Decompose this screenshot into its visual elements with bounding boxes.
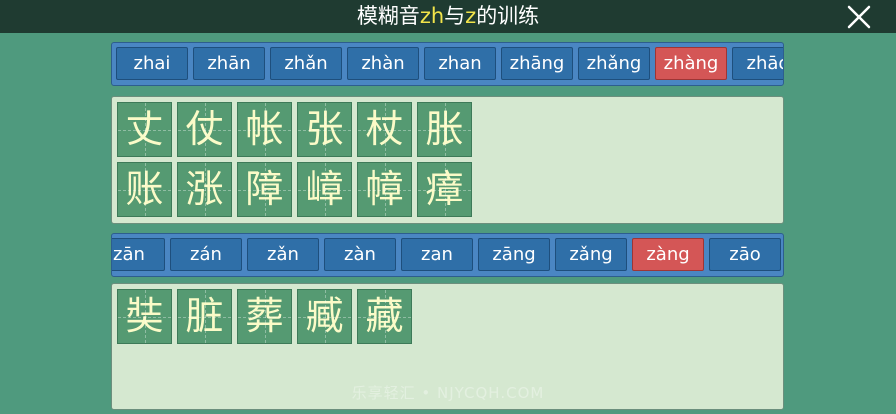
zh-character-tile[interactable]: 涨 [177, 162, 232, 217]
zh-character-tile[interactable]: 障 [237, 162, 292, 217]
zh-character-tile[interactable]: 嶂 [297, 162, 352, 217]
zh-pinyin-button[interactable]: zhai [116, 47, 188, 80]
zh-pinyin-button[interactable]: zhǎn [270, 47, 342, 80]
title-part-2: 与 [444, 4, 466, 28]
zh-pinyin-button[interactable]: zhāng [501, 47, 573, 80]
z-character-tile[interactable]: 藏 [357, 289, 412, 344]
zh-pinyin-button[interactable]: zhàn [347, 47, 419, 80]
z-pinyin-button[interactable]: zǎng [555, 238, 627, 271]
zh-pinyin-button[interactable]: zhǎng [578, 47, 650, 80]
zh-pinyin-button[interactable]: zhàng [655, 47, 727, 80]
zh-pinyin-button[interactable]: zhan [424, 47, 496, 80]
z-character-tile[interactable]: 奘 [117, 289, 172, 344]
zh-character-tile[interactable]: 帐 [237, 102, 292, 157]
zh-pinyin-strip[interactable]: zhaizhānzhǎnzhànzhanzhāngzhǎngzhàngzhāo [111, 42, 784, 86]
z-pinyin-button[interactable]: zān [112, 238, 165, 271]
z-pinyin-button[interactable]: zàn [324, 238, 396, 271]
top-bar: 模糊音zh与z的训练 [0, 0, 896, 33]
page-title: 模糊音zh与z的训练 [0, 0, 896, 33]
title-highlight-zh: zh [419, 4, 445, 28]
zh-character-tile[interactable]: 胀 [417, 102, 472, 157]
z-pinyin-button[interactable]: zàng [632, 238, 704, 271]
z-character-tile[interactable]: 脏 [177, 289, 232, 344]
z-pinyin-button[interactable]: zan [401, 238, 473, 271]
zh-character-tile[interactable]: 张 [297, 102, 352, 157]
zh-pinyin-button[interactable]: zhāo [732, 47, 783, 80]
zh-character-tile[interactable]: 仗 [177, 102, 232, 157]
z-pinyin-button[interactable]: zán [170, 238, 242, 271]
zh-character-tile[interactable]: 瘴 [417, 162, 472, 217]
title-part-3: 的训练 [476, 4, 540, 28]
z-pinyin-strip[interactable]: zān zán zǎn zàn zan zāng zǎng zàng zāo [111, 233, 784, 277]
close-icon[interactable] [846, 4, 872, 30]
z-character-tile[interactable]: 葬 [237, 289, 292, 344]
z-pinyin-button[interactable]: zāng [478, 238, 550, 271]
zh-character-tile[interactable]: 账 [117, 162, 172, 217]
zh-character-panel: 丈仗帐张杖胀账涨障嶂幛瘴 [111, 96, 784, 224]
z-character-tile[interactable]: 臧 [297, 289, 352, 344]
z-pinyin-button[interactable]: zǎn [247, 238, 319, 271]
zh-character-tile[interactable]: 丈 [117, 102, 172, 157]
zh-character-tile[interactable]: 杖 [357, 102, 412, 157]
zh-character-tile[interactable]: 幛 [357, 162, 412, 217]
title-part-1: 模糊音 [356, 4, 420, 28]
title-highlight-z: z [465, 4, 477, 28]
z-pinyin-button[interactable]: zāo [709, 238, 781, 271]
watermark-text: 乐享轻汇 • NJYCQH.COM [351, 384, 545, 402]
zh-pinyin-button[interactable]: zhān [193, 47, 265, 80]
